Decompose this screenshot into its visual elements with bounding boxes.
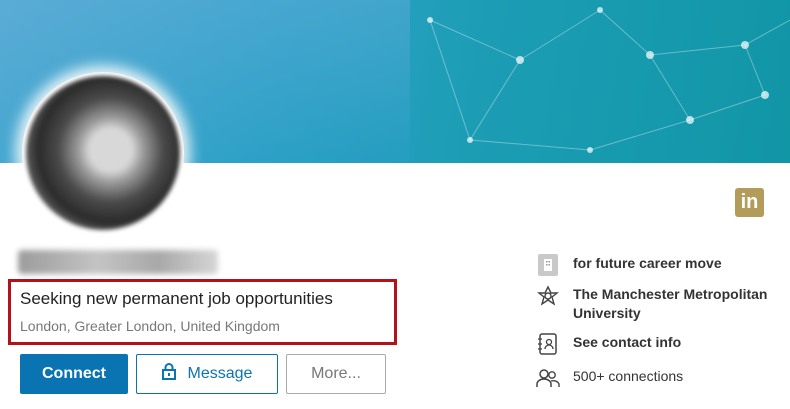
lock-icon	[161, 363, 176, 385]
message-button[interactable]: Message	[136, 354, 278, 394]
profile-location: London, Greater London, United Kingdom	[20, 318, 280, 334]
more-button[interactable]: More...	[286, 354, 386, 394]
connect-label: Connect	[42, 365, 106, 382]
profile-headline: Seeking new permanent job opportunities	[20, 289, 333, 308]
profile-name-blurred	[18, 250, 218, 274]
sidebar-item-label: The Manchester Metropolitan University	[573, 286, 768, 321]
sidebar-item-label: for future career move	[573, 255, 722, 271]
linkedin-logo[interactable]: in	[735, 188, 764, 217]
sidebar-item-university[interactable]: The Manchester Metropolitan University	[536, 285, 776, 323]
sidebar-item-company[interactable]: for future career move	[536, 254, 722, 276]
sidebar-item-contact[interactable]: See contact info	[536, 333, 681, 355]
sidebar-item-connections[interactable]: 500+ connections	[536, 367, 683, 389]
avatar[interactable]	[22, 72, 184, 234]
sidebar-item-label: See contact info	[573, 334, 682, 350]
people-icon	[536, 367, 560, 389]
company-building-icon	[536, 254, 560, 276]
connect-button[interactable]: Connect	[20, 354, 128, 394]
university-logo-icon	[536, 285, 560, 307]
more-label: More...	[311, 365, 361, 382]
sidebar-item-label: 500+ connections	[573, 368, 684, 384]
contact-card-icon	[536, 333, 560, 355]
message-label: Message	[187, 365, 253, 382]
avatar-photo	[26, 76, 180, 230]
